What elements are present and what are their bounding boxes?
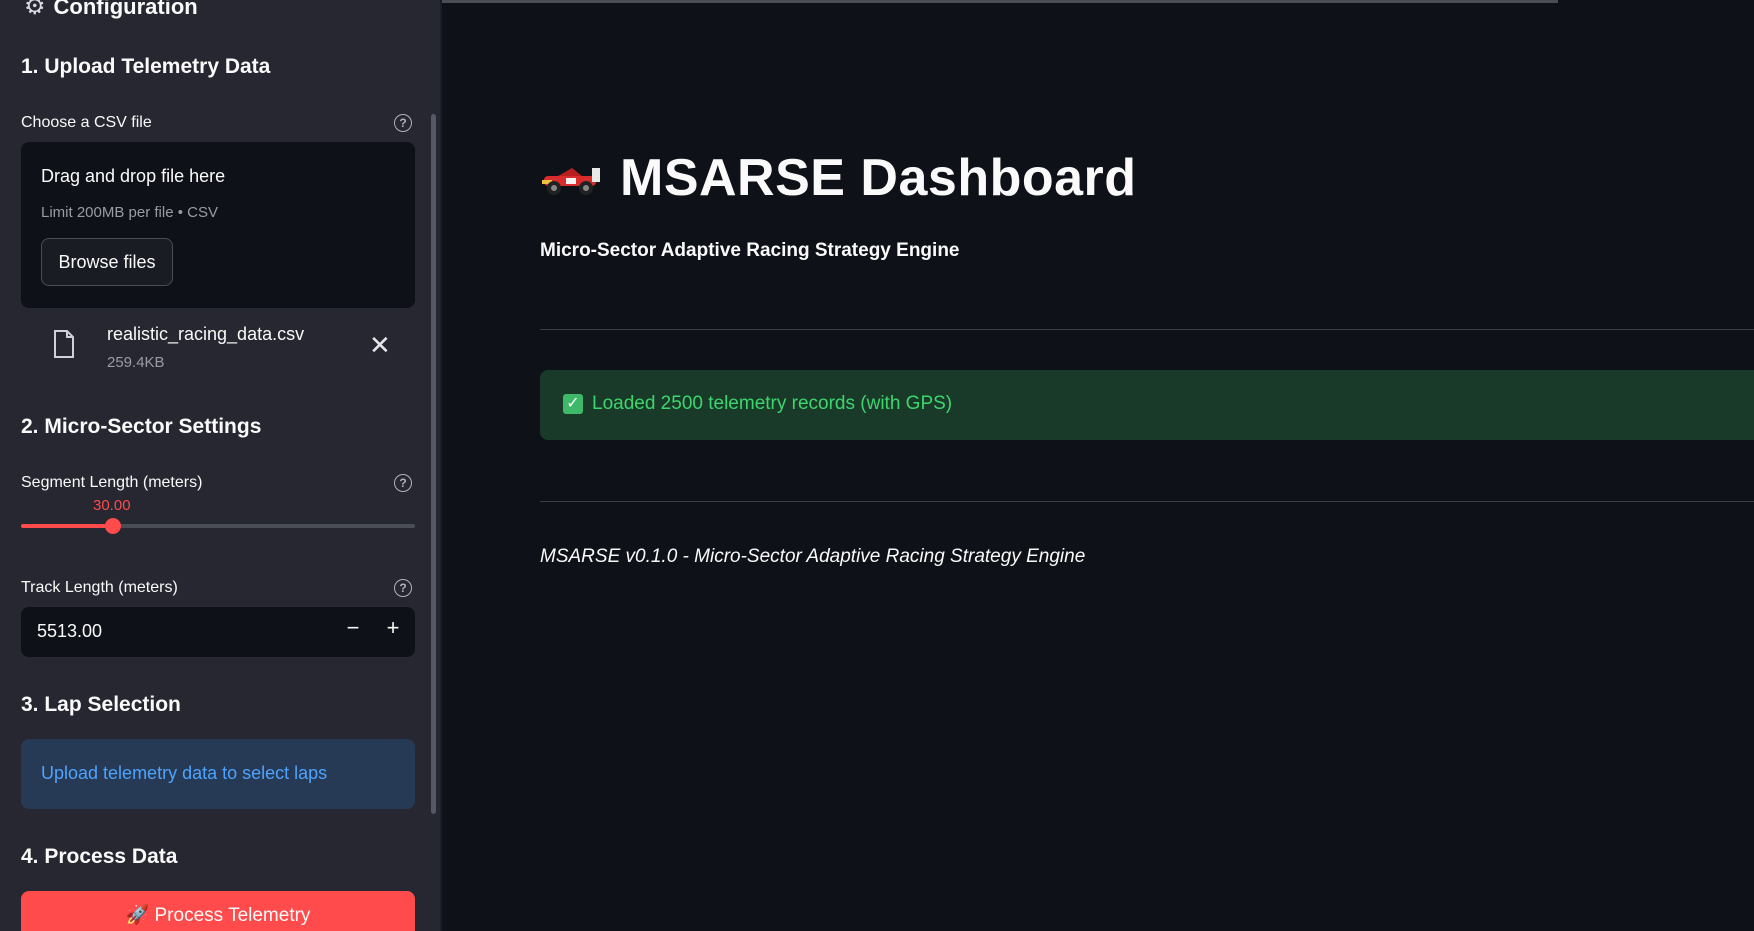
gear-icon: ⚙ — [24, 0, 46, 20]
page-header: MSARSE Dashboard — [540, 148, 1137, 208]
track-length-label: Track Length (meters) — [21, 579, 178, 596]
sidebar-scroll-thumb[interactable] — [431, 114, 436, 814]
divider — [540, 329, 1754, 330]
file-size: 259.4KB — [107, 354, 165, 371]
file-dropzone[interactable]: Drag and drop file here Limit 200MB per … — [21, 142, 415, 308]
page-subtitle: Micro-Sector Adaptive Racing Strategy En… — [540, 240, 960, 261]
dropzone-limit: Limit 200MB per file • CSV — [41, 204, 218, 221]
segment-length-label: Segment Length (meters) — [21, 474, 203, 491]
process-heading: 4. Process Data — [21, 845, 178, 868]
increment-button[interactable]: + — [377, 615, 409, 649]
info-alert: Upload telemetry data to select laps — [21, 739, 415, 809]
sidebar-header-title: Configuration — [53, 0, 198, 19]
process-telemetry-button[interactable]: 🚀 Process Telemetry — [21, 891, 415, 931]
race-car-icon — [542, 168, 600, 195]
check-icon: ✓ — [563, 394, 583, 414]
page-title: MSARSE Dashboard — [620, 149, 1137, 207]
file-icon — [54, 330, 74, 358]
sidebar-divider — [440, 0, 442, 931]
file-name: realistic_racing_data.csv — [107, 324, 305, 344]
decrement-button[interactable]: − — [337, 615, 369, 649]
success-alert: ✓ Loaded 2500 telemetry records (with GP… — [540, 370, 1754, 440]
browse-files-button[interactable]: Browse files — [41, 238, 173, 286]
segment-length-value: 30.00 — [93, 497, 131, 514]
divider — [540, 501, 1754, 502]
info-alert-text: Upload telemetry data to select laps — [41, 763, 328, 783]
upload-heading: 1. Upload Telemetry Data — [21, 55, 271, 78]
help-icon[interactable]: ? — [394, 579, 412, 597]
footer-caption: MSARSE v0.1.0 - Micro-Sector Adaptive Ra… — [540, 546, 1086, 567]
micro-sector-heading: 2. Micro-Sector Settings — [21, 415, 262, 438]
file-uploader-label: Choose a CSV file — [21, 114, 152, 131]
slider-fill — [21, 524, 113, 528]
help-icon[interactable]: ? — [394, 114, 412, 132]
close-icon[interactable]: ✕ — [369, 332, 391, 358]
track-length-value[interactable]: 5513.00 — [37, 621, 102, 642]
sidebar: ⚙ Configuration 1. Upload Telemetry Data… — [0, 0, 440, 931]
uploaded-file: realistic_racing_data.csv 259.4KB ✕ — [21, 318, 415, 378]
lap-selection-heading: 3. Lap Selection — [21, 693, 181, 716]
sidebar-header: ⚙ Configuration — [24, 0, 198, 21]
help-icon[interactable]: ? — [394, 474, 412, 492]
slider-thumb[interactable] — [104, 518, 121, 534]
dropzone-title: Drag and drop file here — [41, 166, 226, 186]
success-alert-text: Loaded 2500 telemetry records (with GPS) — [592, 393, 953, 414]
process-telemetry-label: 🚀 Process Telemetry — [125, 905, 311, 926]
segment-length-slider[interactable] — [21, 518, 415, 534]
track-length-input[interactable]: 5513.00 − + — [21, 607, 415, 657]
